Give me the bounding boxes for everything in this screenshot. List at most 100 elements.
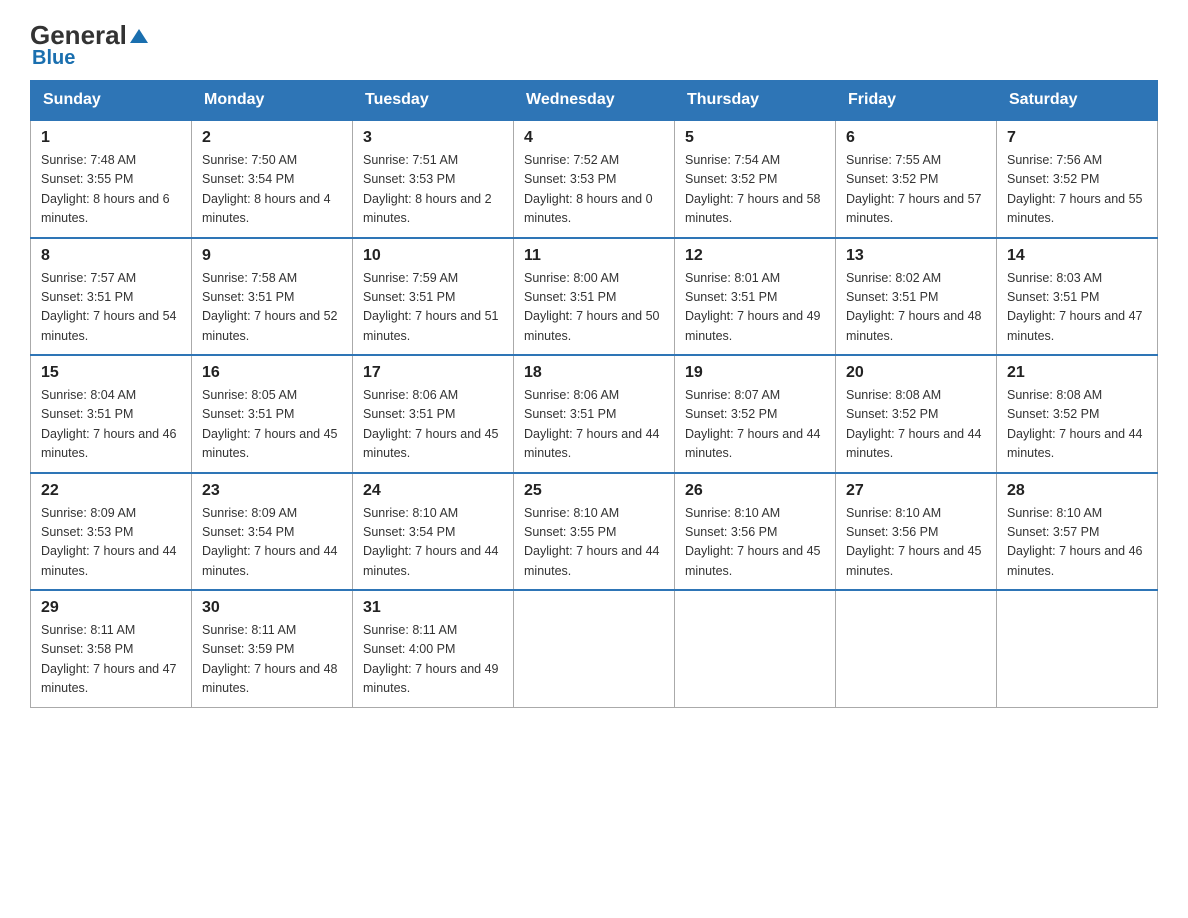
calendar-cell: 13 Sunrise: 8:02 AMSunset: 3:51 PMDaylig…: [836, 238, 997, 356]
calendar-cell: 12 Sunrise: 8:01 AMSunset: 3:51 PMDaylig…: [675, 238, 836, 356]
day-info: Sunrise: 8:06 AMSunset: 3:51 PMDaylight:…: [363, 386, 503, 464]
day-number: 29: [41, 599, 181, 617]
day-info: Sunrise: 8:10 AMSunset: 3:57 PMDaylight:…: [1007, 504, 1147, 582]
day-info: Sunrise: 8:04 AMSunset: 3:51 PMDaylight:…: [41, 386, 181, 464]
calendar-cell: 17 Sunrise: 8:06 AMSunset: 3:51 PMDaylig…: [353, 355, 514, 473]
day-number: 14: [1007, 247, 1147, 265]
day-info: Sunrise: 7:58 AMSunset: 3:51 PMDaylight:…: [202, 269, 342, 347]
day-info: Sunrise: 8:00 AMSunset: 3:51 PMDaylight:…: [524, 269, 664, 347]
day-info: Sunrise: 8:10 AMSunset: 3:54 PMDaylight:…: [363, 504, 503, 582]
day-info: Sunrise: 7:52 AMSunset: 3:53 PMDaylight:…: [524, 151, 664, 229]
day-info: Sunrise: 8:01 AMSunset: 3:51 PMDaylight:…: [685, 269, 825, 347]
day-number: 6: [846, 129, 986, 147]
calendar-header-saturday: Saturday: [997, 81, 1158, 121]
day-number: 30: [202, 599, 342, 617]
day-info: Sunrise: 7:50 AMSunset: 3:54 PMDaylight:…: [202, 151, 342, 229]
logo-blue-text: Blue: [32, 47, 75, 70]
day-info: Sunrise: 8:11 AMSunset: 4:00 PMDaylight:…: [363, 621, 503, 699]
calendar-cell: 1 Sunrise: 7:48 AMSunset: 3:55 PMDayligh…: [31, 120, 192, 238]
day-info: Sunrise: 8:08 AMSunset: 3:52 PMDaylight:…: [846, 386, 986, 464]
day-info: Sunrise: 8:03 AMSunset: 3:51 PMDaylight:…: [1007, 269, 1147, 347]
calendar-cell: 8 Sunrise: 7:57 AMSunset: 3:51 PMDayligh…: [31, 238, 192, 356]
day-number: 19: [685, 364, 825, 382]
logo-triangle-icon: [128, 25, 150, 47]
day-info: Sunrise: 8:08 AMSunset: 3:52 PMDaylight:…: [1007, 386, 1147, 464]
calendar-cell: 29 Sunrise: 8:11 AMSunset: 3:58 PMDaylig…: [31, 590, 192, 707]
calendar-cell: 9 Sunrise: 7:58 AMSunset: 3:51 PMDayligh…: [192, 238, 353, 356]
day-number: 5: [685, 129, 825, 147]
day-number: 2: [202, 129, 342, 147]
calendar-cell: 25 Sunrise: 8:10 AMSunset: 3:55 PMDaylig…: [514, 473, 675, 591]
calendar-week-3: 15 Sunrise: 8:04 AMSunset: 3:51 PMDaylig…: [31, 355, 1158, 473]
day-number: 4: [524, 129, 664, 147]
calendar-cell: 10 Sunrise: 7:59 AMSunset: 3:51 PMDaylig…: [353, 238, 514, 356]
day-info: Sunrise: 7:56 AMSunset: 3:52 PMDaylight:…: [1007, 151, 1147, 229]
day-info: Sunrise: 7:57 AMSunset: 3:51 PMDaylight:…: [41, 269, 181, 347]
calendar-cell: 3 Sunrise: 7:51 AMSunset: 3:53 PMDayligh…: [353, 120, 514, 238]
day-number: 3: [363, 129, 503, 147]
calendar-week-4: 22 Sunrise: 8:09 AMSunset: 3:53 PMDaylig…: [31, 473, 1158, 591]
calendar-cell: 21 Sunrise: 8:08 AMSunset: 3:52 PMDaylig…: [997, 355, 1158, 473]
day-number: 12: [685, 247, 825, 265]
calendar-cell: 31 Sunrise: 8:11 AMSunset: 4:00 PMDaylig…: [353, 590, 514, 707]
calendar-cell: 19 Sunrise: 8:07 AMSunset: 3:52 PMDaylig…: [675, 355, 836, 473]
day-number: 24: [363, 482, 503, 500]
day-number: 28: [1007, 482, 1147, 500]
day-number: 20: [846, 364, 986, 382]
day-info: Sunrise: 8:02 AMSunset: 3:51 PMDaylight:…: [846, 269, 986, 347]
calendar-cell: 11 Sunrise: 8:00 AMSunset: 3:51 PMDaylig…: [514, 238, 675, 356]
day-info: Sunrise: 8:10 AMSunset: 3:55 PMDaylight:…: [524, 504, 664, 582]
day-number: 13: [846, 247, 986, 265]
day-number: 23: [202, 482, 342, 500]
day-info: Sunrise: 8:11 AMSunset: 3:58 PMDaylight:…: [41, 621, 181, 699]
logo: General Blue: [30, 20, 151, 70]
day-number: 17: [363, 364, 503, 382]
day-info: Sunrise: 8:06 AMSunset: 3:51 PMDaylight:…: [524, 386, 664, 464]
day-info: Sunrise: 7:59 AMSunset: 3:51 PMDaylight:…: [363, 269, 503, 347]
calendar-header-thursday: Thursday: [675, 81, 836, 121]
day-number: 31: [363, 599, 503, 617]
day-number: 27: [846, 482, 986, 500]
calendar-cell: 15 Sunrise: 8:04 AMSunset: 3:51 PMDaylig…: [31, 355, 192, 473]
day-number: 26: [685, 482, 825, 500]
calendar-cell: 18 Sunrise: 8:06 AMSunset: 3:51 PMDaylig…: [514, 355, 675, 473]
day-number: 8: [41, 247, 181, 265]
calendar-cell: 4 Sunrise: 7:52 AMSunset: 3:53 PMDayligh…: [514, 120, 675, 238]
calendar-cell: 6 Sunrise: 7:55 AMSunset: 3:52 PMDayligh…: [836, 120, 997, 238]
calendar-cell: 24 Sunrise: 8:10 AMSunset: 3:54 PMDaylig…: [353, 473, 514, 591]
calendar-week-2: 8 Sunrise: 7:57 AMSunset: 3:51 PMDayligh…: [31, 238, 1158, 356]
day-info: Sunrise: 8:07 AMSunset: 3:52 PMDaylight:…: [685, 386, 825, 464]
day-number: 10: [363, 247, 503, 265]
calendar-table: SundayMondayTuesdayWednesdayThursdayFrid…: [30, 80, 1158, 708]
calendar-cell: 26 Sunrise: 8:10 AMSunset: 3:56 PMDaylig…: [675, 473, 836, 591]
calendar-header-friday: Friday: [836, 81, 997, 121]
calendar-cell: 30 Sunrise: 8:11 AMSunset: 3:59 PMDaylig…: [192, 590, 353, 707]
day-number: 22: [41, 482, 181, 500]
day-info: Sunrise: 7:54 AMSunset: 3:52 PMDaylight:…: [685, 151, 825, 229]
calendar-week-1: 1 Sunrise: 7:48 AMSunset: 3:55 PMDayligh…: [31, 120, 1158, 238]
calendar-header-row: SundayMondayTuesdayWednesdayThursdayFrid…: [31, 81, 1158, 121]
calendar-header-wednesday: Wednesday: [514, 81, 675, 121]
calendar-cell: 14 Sunrise: 8:03 AMSunset: 3:51 PMDaylig…: [997, 238, 1158, 356]
calendar-header-tuesday: Tuesday: [353, 81, 514, 121]
day-number: 7: [1007, 129, 1147, 147]
day-number: 9: [202, 247, 342, 265]
calendar-cell: [514, 590, 675, 707]
calendar-cell: 22 Sunrise: 8:09 AMSunset: 3:53 PMDaylig…: [31, 473, 192, 591]
calendar-cell: [836, 590, 997, 707]
calendar-header-sunday: Sunday: [31, 81, 192, 121]
day-info: Sunrise: 8:11 AMSunset: 3:59 PMDaylight:…: [202, 621, 342, 699]
day-number: 11: [524, 247, 664, 265]
day-number: 16: [202, 364, 342, 382]
day-info: Sunrise: 8:10 AMSunset: 3:56 PMDaylight:…: [685, 504, 825, 582]
calendar-week-5: 29 Sunrise: 8:11 AMSunset: 3:58 PMDaylig…: [31, 590, 1158, 707]
day-info: Sunrise: 8:09 AMSunset: 3:53 PMDaylight:…: [41, 504, 181, 582]
calendar-cell: 5 Sunrise: 7:54 AMSunset: 3:52 PMDayligh…: [675, 120, 836, 238]
calendar-cell: 16 Sunrise: 8:05 AMSunset: 3:51 PMDaylig…: [192, 355, 353, 473]
day-info: Sunrise: 7:48 AMSunset: 3:55 PMDaylight:…: [41, 151, 181, 229]
calendar-cell: [675, 590, 836, 707]
day-number: 21: [1007, 364, 1147, 382]
calendar-cell: 27 Sunrise: 8:10 AMSunset: 3:56 PMDaylig…: [836, 473, 997, 591]
day-number: 15: [41, 364, 181, 382]
page-header: General Blue: [30, 20, 1158, 70]
